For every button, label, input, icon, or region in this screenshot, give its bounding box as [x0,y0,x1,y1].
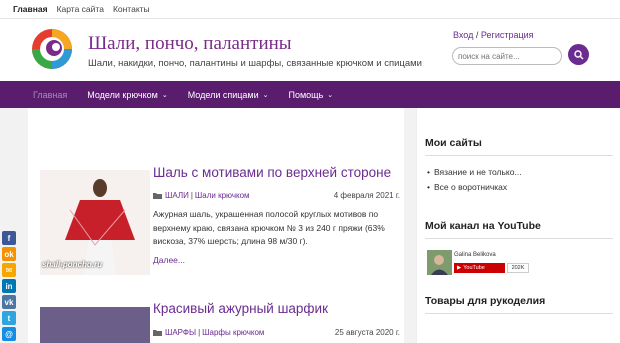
login-link[interactable]: Вход [453,30,473,40]
nav-help-label: Помощь [288,89,324,100]
sidebar: Мои сайты Вязание и не только... Все о в… [416,108,620,343]
chevron-down-icon: ⌄ [161,91,168,99]
post-title[interactable]: Красивый ажурный шарфик [153,301,328,316]
chevron-down-icon: ⌄ [327,91,334,99]
post: Красивый ажурный шарфик ШАРФЫ | Шарфы кр… [28,288,404,343]
widget-title-youtube: Мой канал на YouTube [425,220,541,232]
post-thumbnail[interactable] [40,307,150,343]
register-link[interactable]: Регистрация [481,30,534,40]
main-area: shali-poncho.ru Шаль с мотивами по верхн… [0,108,620,343]
email-icon[interactable]: @ [2,327,16,341]
chevron-down-icon: ⌄ [262,91,269,99]
auth-links: Вход / Регистрация [453,30,534,40]
post-date: 25 августа 2020 г. [334,328,400,337]
divider [425,238,613,239]
post: shali-poncho.ru Шаль с мотивами по верхн… [28,108,404,278]
auth-separator: / [475,30,479,40]
widget-title-goods: Товары для рукоделия [425,295,546,307]
odnoklassniki-icon[interactable]: ok [2,247,16,261]
my-site-link[interactable]: Все о воротничках [427,182,507,192]
post-excerpt: Ажурная шаль, украшенная полосой круглых… [153,209,385,246]
my-site-link[interactable]: Вязание и не только... [427,167,522,177]
category-link[interactable]: Шали крючком [195,191,250,200]
main-nav: Главная Модели крючком ⌄ Модели спицами ⌄ … [0,81,620,108]
nav-help[interactable]: Помощь ⌄ [279,81,344,108]
telegram-icon[interactable]: t [2,311,16,325]
divider [425,155,613,156]
youtube-button-label: YouTube [463,265,485,271]
vk-icon[interactable]: vk [2,295,16,309]
topbar-sitemap-link[interactable]: Карта сайта [57,4,104,14]
nav-home[interactable]: Главная [0,81,77,108]
post-date: 4 февраля 2021 г. [333,191,400,200]
search-icon [573,49,583,59]
search-input[interactable] [452,47,562,65]
channel-name[interactable]: Galina Belikova [454,252,496,258]
site-header: Шали, пончо, палантины Шали, накидки, по… [0,19,620,81]
site-logo[interactable] [30,27,74,71]
category-link[interactable]: ШАРФЫ [165,328,196,337]
topbar-contacts-link[interactable]: Контакты [113,4,150,14]
channel-avatar[interactable] [427,250,452,275]
nav-knitting[interactable]: Модели спицами ⌄ [178,81,279,108]
folder-icon [153,193,162,199]
category-separator: | [190,191,193,200]
linkedin-icon[interactable]: in [2,279,16,293]
top-bar: Главная Карта сайта Контакты [0,0,620,19]
post-title[interactable]: Шаль с мотивами по верхней стороне [153,165,391,180]
nav-crochet[interactable]: Модели крючком ⌄ [77,81,177,108]
category-link[interactable]: Шарфы крючком [202,328,264,337]
nav-crochet-label: Модели крючком [87,89,158,100]
posts-list: shali-poncho.ru Шаль с мотивами по верхн… [28,108,404,343]
youtube-icon: ▶ [457,265,462,271]
folder-icon [153,330,162,336]
post-meta: ШАЛИ | Шали крючком 4 февраля 2021 г. [153,191,400,200]
divider [425,313,613,314]
subscriber-count: 202K [507,263,529,273]
watermark: shali-poncho.ru [42,260,102,269]
widget-title-my-sites: Мои сайты [425,137,482,149]
nav-knitting-label: Модели спицами [187,89,259,100]
topbar-home-link[interactable]: Главная [13,4,48,14]
post-meta: ШАРФЫ | Шарфы крючком 25 августа 2020 г. [153,328,400,337]
category-link[interactable]: ШАЛИ [165,191,189,200]
avatar-photo [427,250,452,275]
category-separator: | [198,328,201,337]
nav-home-label: Главная [33,89,68,100]
facebook-icon[interactable]: f [2,231,16,245]
post-thumbnail[interactable]: shali-poncho.ru [40,170,150,275]
site-title[interactable]: Шали, пончо, палантины [88,33,292,55]
mail-icon[interactable]: ✉ [2,263,16,277]
youtube-subscribe-button[interactable]: ▶ YouTube [454,263,505,273]
site-description: Шали, накидки, пончо, палантины и шарфы,… [88,58,422,69]
search-button[interactable] [568,44,589,65]
read-more-link[interactable]: Далее... [153,255,185,265]
